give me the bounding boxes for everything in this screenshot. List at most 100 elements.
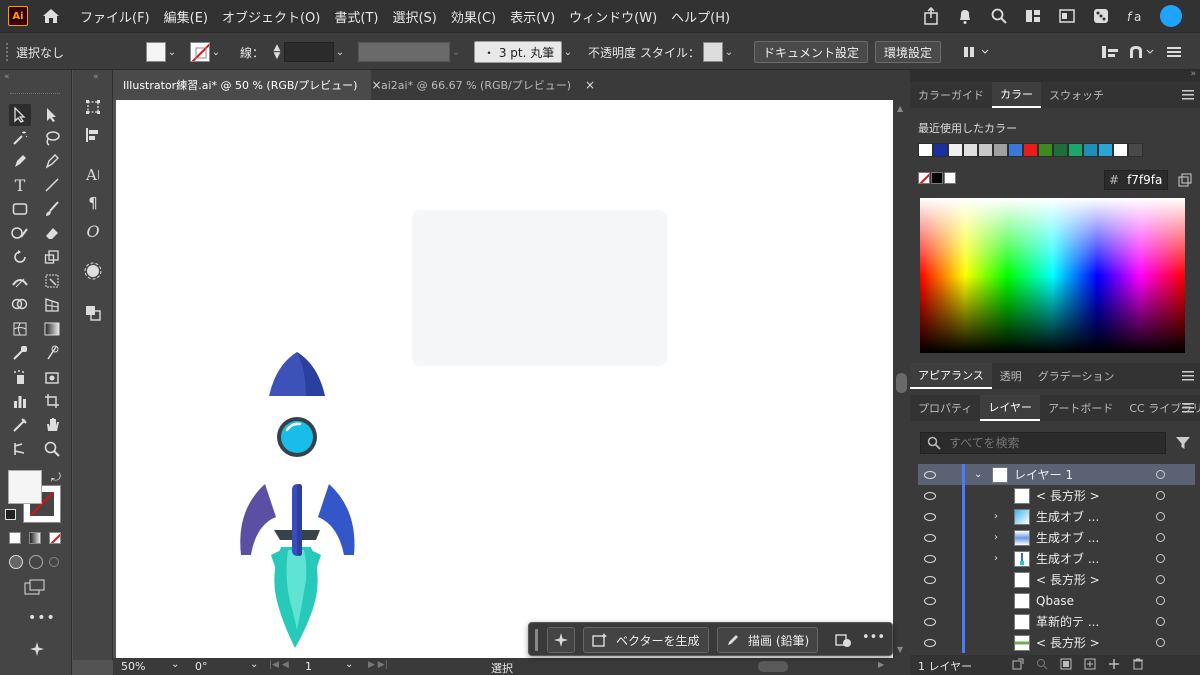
chevron-down-icon[interactable]: ⌄ xyxy=(250,659,258,670)
recent-color-swatch[interactable] xyxy=(963,143,978,157)
menu-object[interactable]: オブジェクト(O) xyxy=(222,7,320,26)
type-tool-icon[interactable]: T xyxy=(9,174,31,196)
direct-selection-tool-icon[interactable] xyxy=(41,104,63,126)
recent-color-swatch[interactable] xyxy=(1128,143,1143,157)
recent-color-swatch[interactable] xyxy=(1083,143,1098,157)
recolor-icon[interactable] xyxy=(835,631,853,652)
visibility-eye-icon[interactable] xyxy=(924,533,936,542)
free-transform-icon[interactable] xyxy=(41,270,63,292)
recent-color-swatch[interactable] xyxy=(1053,143,1068,157)
default-colors-icon[interactable] xyxy=(5,509,16,520)
visibility-eye-icon[interactable] xyxy=(924,512,936,521)
stepper-icon[interactable]: ▲ ▼ xyxy=(270,44,284,61)
locate-object-icon[interactable] xyxy=(1036,658,1048,670)
width-tool-icon[interactable] xyxy=(9,270,31,292)
collapse-icon[interactable]: « xyxy=(93,72,99,82)
chevron-down-icon[interactable]: ⌄ xyxy=(345,659,353,670)
column-graph-icon[interactable] xyxy=(9,390,31,412)
draw-normal-icon[interactable] xyxy=(9,555,23,569)
target-circle-icon[interactable] xyxy=(1156,533,1165,542)
trash-icon[interactable] xyxy=(1132,658,1144,670)
layer-name[interactable]: 革新的テ ... xyxy=(1036,613,1099,630)
character-panel-icon[interactable]: A | xyxy=(82,164,104,186)
curvature-tool-icon[interactable] xyxy=(41,150,63,172)
menu-select[interactable]: 選択(S) xyxy=(392,7,436,26)
generative-sparkle-icon[interactable] xyxy=(547,627,575,653)
layer-name[interactable]: Qbase xyxy=(1036,594,1074,608)
recent-color-swatch[interactable] xyxy=(1068,143,1083,157)
shape-builder-icon[interactable] xyxy=(9,294,31,316)
paintbrush-icon[interactable] xyxy=(41,198,63,220)
target-circle-icon[interactable] xyxy=(1156,596,1165,605)
rotate-tool-icon[interactable] xyxy=(9,246,31,268)
notification-bell-icon[interactable] xyxy=(954,5,976,27)
gradient-tool-icon[interactable] xyxy=(41,318,63,340)
layer-row[interactable]: › 生成オブ ... xyxy=(918,527,1195,548)
expand-chevron-icon[interactable]: › xyxy=(994,553,998,564)
document-settings-button[interactable]: ドキュメント設定 xyxy=(754,41,869,63)
recent-color-swatch[interactable] xyxy=(1038,143,1053,157)
visibility-eye-icon[interactable] xyxy=(924,491,936,500)
menu-icon[interactable] xyxy=(1166,42,1182,62)
chevron-down-icon[interactable]: ⌄ xyxy=(562,42,574,62)
menu-edit[interactable]: 編集(E) xyxy=(164,7,208,26)
layer-search-input[interactable] xyxy=(949,436,1149,450)
visibility-eye-icon[interactable] xyxy=(924,596,936,605)
expand-chevron-icon[interactable]: › xyxy=(994,532,998,543)
fill-color-front[interactable] xyxy=(8,470,42,504)
target-circle-icon[interactable] xyxy=(1156,575,1165,584)
search-icon[interactable] xyxy=(988,5,1010,27)
stroke-swatch[interactable] xyxy=(190,42,210,62)
recent-color-swatch[interactable] xyxy=(933,143,948,157)
tab-ai2ai[interactable]: ai2ai* @ 66.67 % (RGB/プレビュー) × xyxy=(371,70,595,100)
opentype-panel-icon[interactable]: O xyxy=(82,220,104,242)
hand-tool-icon[interactable] xyxy=(41,414,63,436)
rocket-illustration[interactable] xyxy=(116,100,893,658)
zoom-tool-icon[interactable] xyxy=(41,438,63,460)
artboard-canvas[interactable] xyxy=(116,100,893,658)
fill-swatch[interactable] xyxy=(146,42,166,62)
new-sublayer-icon[interactable] xyxy=(1084,658,1096,670)
layer-name[interactable]: 生成オブ ... xyxy=(1036,508,1099,525)
tab-artboards[interactable]: アートボード xyxy=(1040,395,1121,421)
paragraph-panel-icon[interactable]: ¶ xyxy=(82,192,104,214)
screen-mode-icon[interactable] xyxy=(24,576,46,598)
expand-chevron-icon[interactable]: ⌄ xyxy=(974,469,982,480)
layer-row[interactable]: < 長方形 > xyxy=(918,569,1195,590)
swap-colors-icon[interactable]: ⤾ xyxy=(51,470,61,485)
artboard-camera-icon[interactable] xyxy=(41,366,63,388)
expand-chevron-icon[interactable]: › xyxy=(994,511,998,522)
artboard-tool-icon[interactable] xyxy=(41,390,63,412)
tab-gradient[interactable]: グラデーション xyxy=(1030,363,1123,389)
recent-color-swatch[interactable] xyxy=(948,143,963,157)
chevron-down-icon[interactable]: ⌄ xyxy=(171,659,179,670)
visibility-eye-icon[interactable] xyxy=(924,638,936,647)
pen-tool-icon[interactable] xyxy=(9,150,31,172)
layer-row[interactable]: 革新的テ ... xyxy=(918,611,1195,632)
visibility-eye-icon[interactable] xyxy=(924,554,936,563)
chevron-down-icon[interactable]: ⌄ xyxy=(334,42,346,62)
layer-name[interactable]: 生成オブ ... xyxy=(1036,550,1099,567)
drag-handle[interactable] xyxy=(535,629,538,651)
layer-row[interactable]: ⌄ レイヤー 1 xyxy=(918,464,1195,485)
layer-name[interactable]: < 長方形 > xyxy=(1036,487,1100,504)
opacity-label[interactable]: 不透明度 xyxy=(588,42,636,62)
target-circle-icon[interactable] xyxy=(1156,491,1165,500)
line-tool-icon[interactable] xyxy=(41,174,63,196)
symbol-sprayer-icon[interactable] xyxy=(9,366,31,388)
generate-vector-button[interactable]: ベクターを生成 xyxy=(583,627,709,653)
layer-search-field[interactable] xyxy=(920,432,1166,454)
zoom-level[interactable]: 50% xyxy=(121,660,145,673)
scroll-thumb[interactable] xyxy=(896,373,907,393)
export-icon[interactable] xyxy=(1012,658,1024,670)
target-circle-icon[interactable] xyxy=(1156,617,1165,626)
preferences-button[interactable]: 環境設定 xyxy=(875,41,942,63)
new-layer-icon[interactable] xyxy=(1108,658,1120,670)
next-artboard-icon[interactable]: ▶ ▶| xyxy=(368,660,388,670)
graphic-style-swatch[interactable] xyxy=(703,42,723,62)
edit-toolbar-icon[interactable]: ••• xyxy=(28,610,56,626)
visibility-eye-icon[interactable] xyxy=(924,575,936,584)
menu-type[interactable]: 書式(T) xyxy=(334,7,378,26)
recent-color-swatch[interactable] xyxy=(1023,143,1038,157)
collapse-icon[interactable]: » xyxy=(1190,69,1196,79)
